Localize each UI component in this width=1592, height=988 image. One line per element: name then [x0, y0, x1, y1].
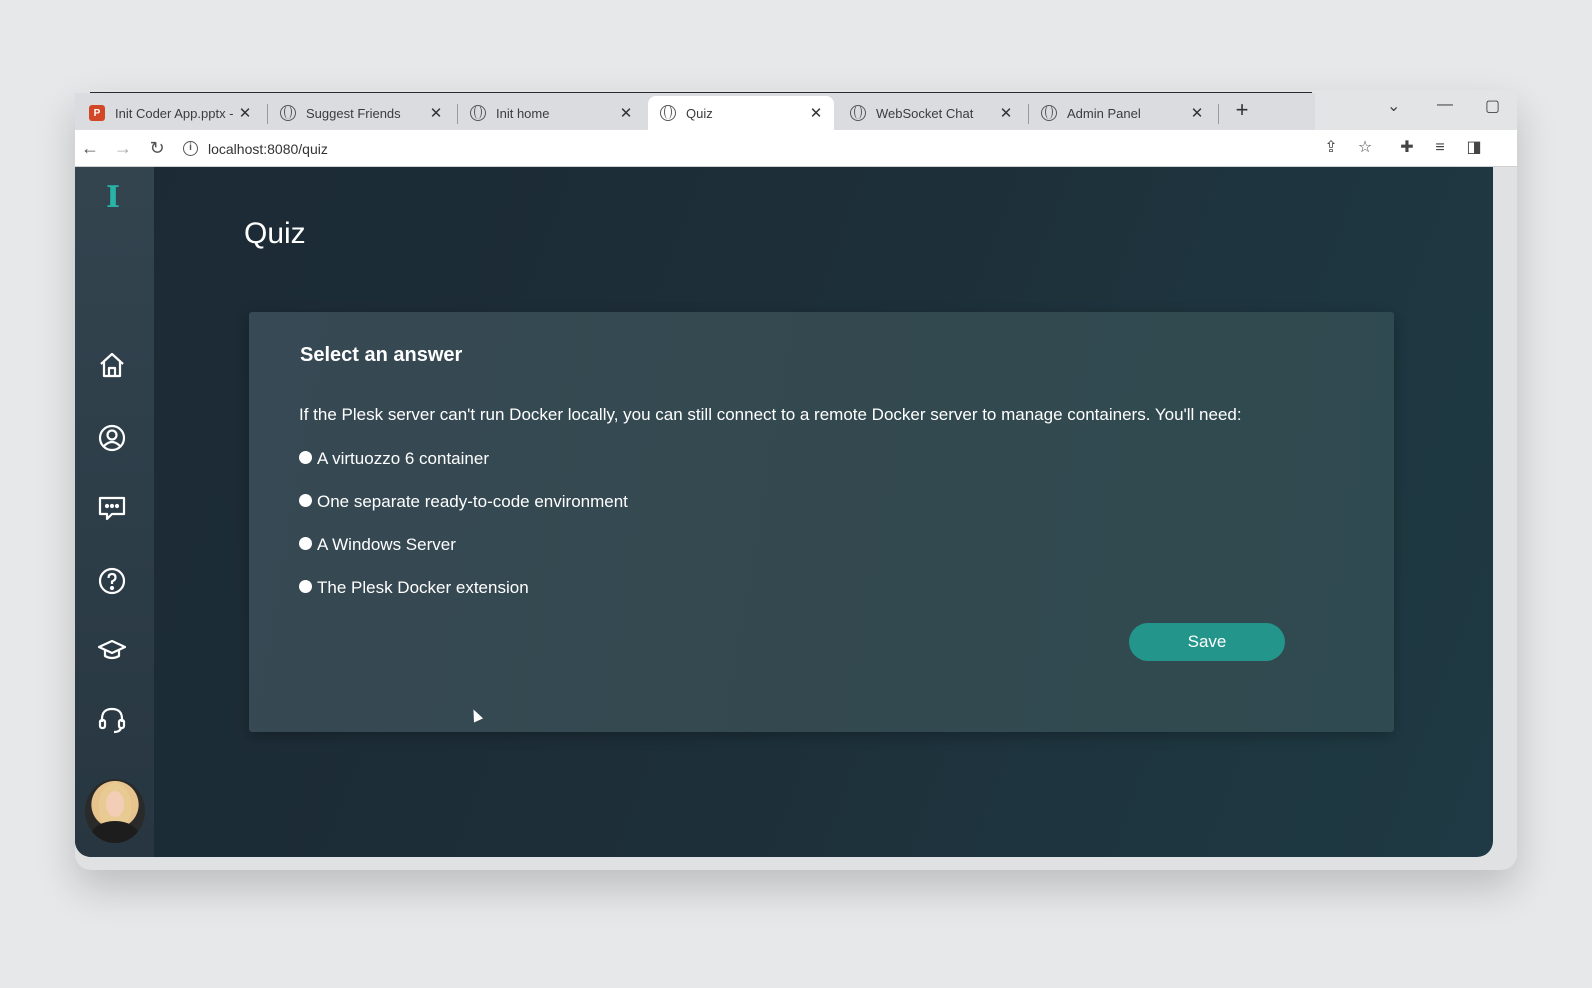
- radio-button[interactable]: [299, 493, 312, 507]
- reload-icon[interactable]: ↻: [146, 137, 168, 159]
- powerpoint-icon: P: [89, 105, 105, 121]
- tab-title: Quiz: [686, 105, 713, 121]
- tab-init-coder-app[interactable]: P Init Coder App.pptx - ✕: [77, 96, 263, 130]
- tab-strip-border: [90, 92, 1312, 93]
- avatar-face: [106, 791, 124, 817]
- star-icon[interactable]: ☆: [1355, 138, 1375, 158]
- tab-suggest-friends[interactable]: Suggest Friends ✕: [268, 96, 454, 130]
- minimize-icon[interactable]: —: [1437, 96, 1453, 114]
- globe-icon: [660, 105, 676, 121]
- support-headset-icon[interactable]: [96, 704, 128, 736]
- radio-button[interactable]: [299, 450, 312, 464]
- close-icon[interactable]: ✕: [618, 104, 634, 122]
- tab-separator: [1218, 104, 1219, 124]
- tab-title: WebSocket Chat: [876, 105, 974, 121]
- profile-icon[interactable]: [96, 422, 128, 454]
- close-icon[interactable]: ✕: [1189, 104, 1205, 122]
- extensions-puzzle-icon[interactable]: ✚: [1397, 138, 1417, 158]
- close-icon[interactable]: ✕: [998, 104, 1014, 122]
- radio-button[interactable]: [299, 579, 312, 593]
- address-bar[interactable]: i localhost:8080/quiz: [183, 135, 1313, 162]
- share-icon[interactable]: ⇪: [1321, 138, 1341, 158]
- close-icon[interactable]: ✕: [428, 104, 444, 122]
- tab-strip: P Init Coder App.pptx - ✕ Suggest Friend…: [75, 90, 1517, 130]
- browser-window: P Init Coder App.pptx - ✕ Suggest Friend…: [75, 90, 1517, 870]
- new-tab-button[interactable]: +: [1230, 98, 1254, 122]
- app-viewport: I Quiz Select an answer If the Plesk ser…: [75, 167, 1493, 857]
- globe-icon: [280, 105, 296, 121]
- maximize-icon[interactable]: ▢: [1485, 96, 1500, 116]
- globe-icon: [470, 105, 486, 121]
- user-avatar[interactable]: [85, 779, 145, 843]
- tab-title: Suggest Friends: [306, 105, 401, 121]
- tab-title: Init Coder App.pptx -: [115, 105, 234, 121]
- answer-label: The Plesk Docker extension: [317, 578, 529, 597]
- graduation-cap-icon[interactable]: [96, 634, 128, 666]
- help-icon[interactable]: [96, 565, 128, 597]
- answer-option-3[interactable]: A Windows Server: [299, 535, 456, 555]
- globe-icon: [850, 105, 866, 121]
- sidebar: I: [75, 167, 154, 857]
- answer-label: A virtuozzo 6 container: [317, 449, 489, 468]
- url-text: localhost:8080/quiz: [208, 140, 328, 157]
- back-arrow-icon[interactable]: ←: [79, 137, 101, 159]
- page-title: Quiz: [244, 217, 306, 250]
- tab-init-home[interactable]: Init home ✕: [458, 96, 644, 130]
- chat-icon[interactable]: [96, 492, 128, 524]
- tab-admin-panel[interactable]: Admin Panel ✕: [1029, 96, 1215, 130]
- quiz-card: Select an answer If the Plesk server can…: [249, 312, 1394, 732]
- quiz-heading: Select an answer: [300, 344, 463, 366]
- tab-websocket-chat[interactable]: WebSocket Chat ✕: [838, 96, 1024, 130]
- tab-title: Init home: [496, 105, 550, 121]
- answer-option-2[interactable]: One separate ready-to-code environment: [299, 492, 628, 512]
- home-icon[interactable]: [96, 349, 128, 381]
- avatar-body: [91, 821, 139, 843]
- globe-icon: [1041, 105, 1057, 121]
- forward-arrow-icon[interactable]: →: [112, 137, 134, 159]
- quiz-question: If the Plesk server can't run Docker loc…: [299, 405, 1242, 424]
- close-icon[interactable]: ✕: [237, 104, 253, 122]
- side-panel-icon[interactable]: ◨: [1464, 138, 1484, 158]
- save-button[interactable]: Save: [1129, 623, 1285, 661]
- close-icon[interactable]: ✕: [808, 104, 824, 122]
- answer-label: A Windows Server: [317, 535, 456, 554]
- tab-search-chevron-icon[interactable]: ⌄: [1387, 96, 1400, 116]
- answer-option-1[interactable]: A virtuozzo 6 container: [299, 449, 489, 469]
- tab-quiz[interactable]: Quiz ✕: [648, 96, 834, 130]
- media-control-icon[interactable]: ≡: [1430, 138, 1450, 158]
- radio-button[interactable]: [299, 536, 312, 550]
- answer-option-4[interactable]: The Plesk Docker extension: [299, 578, 529, 598]
- site-info-icon[interactable]: i: [183, 141, 198, 156]
- tab-title: Admin Panel: [1067, 105, 1141, 121]
- app-logo[interactable]: I: [101, 183, 125, 213]
- address-toolbar: ← → ↻ i localhost:8080/quiz ⇪ ☆ ✚ ≡ ◨: [75, 130, 1517, 167]
- answer-label: One separate ready-to-code environment: [317, 492, 628, 511]
